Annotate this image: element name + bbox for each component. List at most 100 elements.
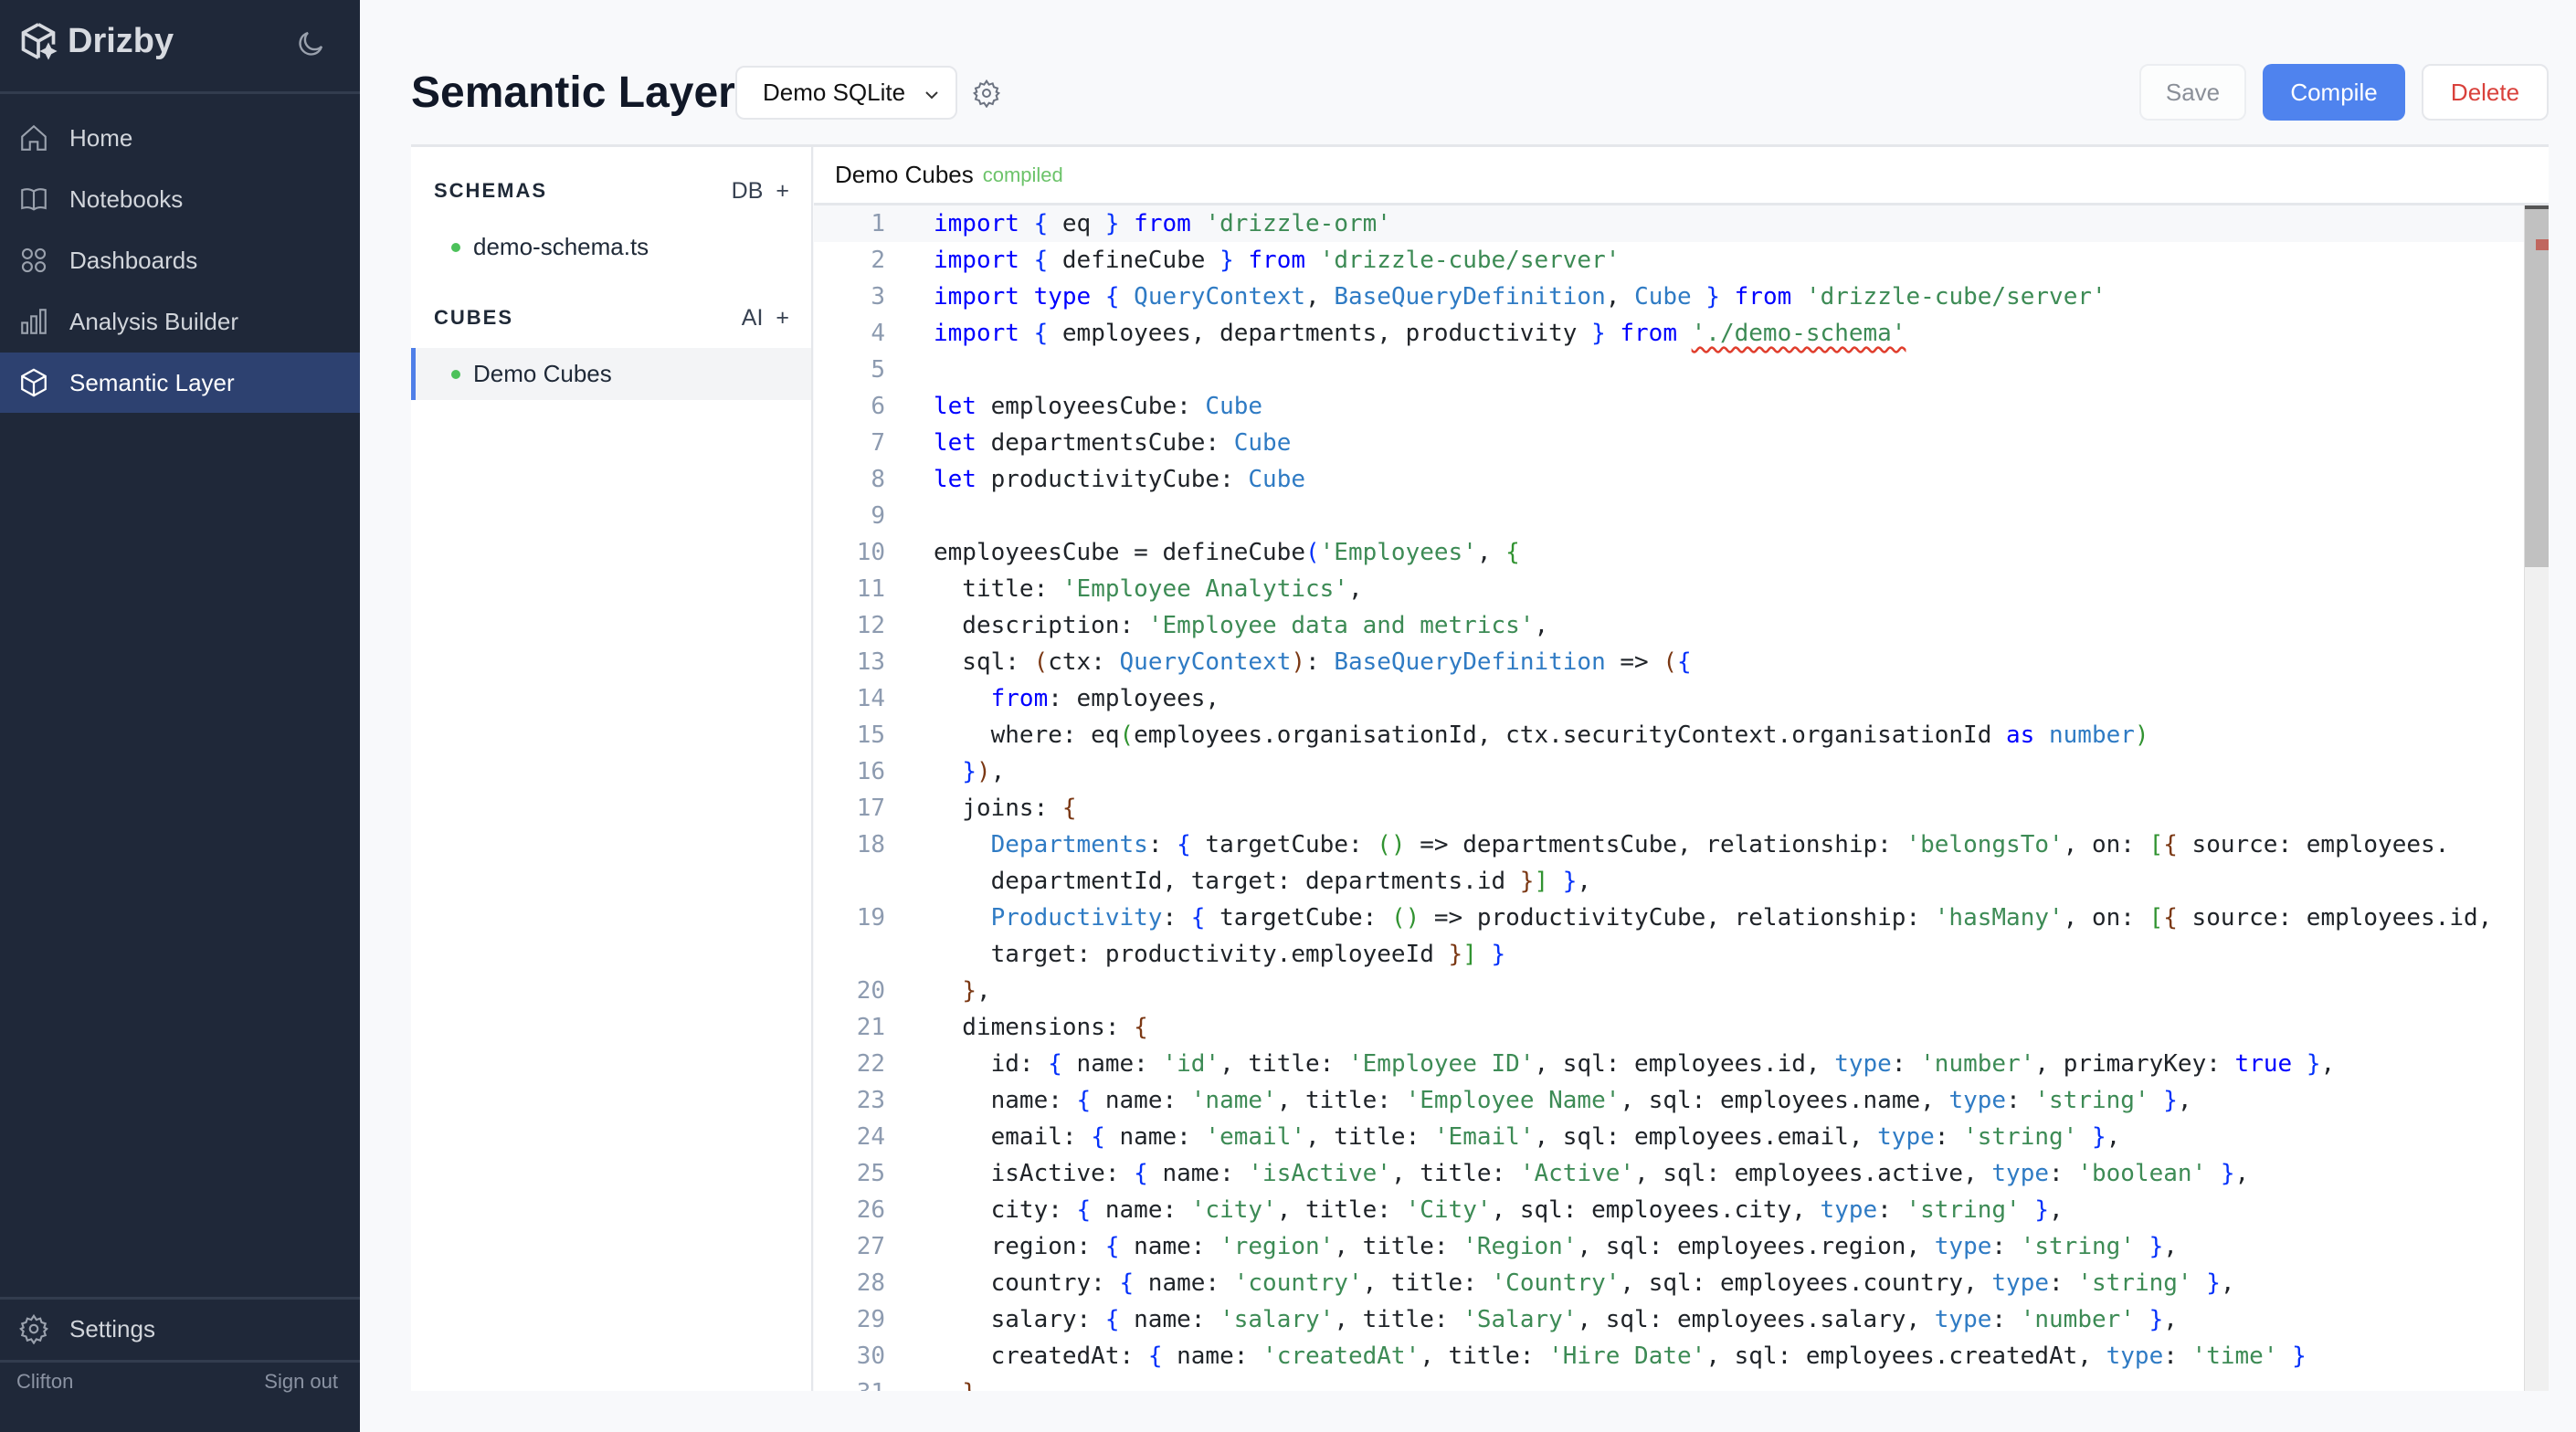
add-db-schema-button[interactable]: DB xyxy=(732,178,764,205)
compile-button[interactable]: Compile xyxy=(2263,64,2405,121)
code-token xyxy=(934,758,962,785)
code-line[interactable]: 4import { employees, departments, produc… xyxy=(814,315,2549,352)
line-text: joins: { xyxy=(885,790,1077,827)
schema-item[interactable]: demo-schema.ts xyxy=(411,221,811,273)
code-line[interactable]: 3import type { QueryContext, BaseQueryDe… xyxy=(814,279,2549,315)
code-line[interactable]: 2import { defineCube } from 'drizzle-cub… xyxy=(814,242,2549,279)
theme-toggle-moon-icon[interactable] xyxy=(294,27,327,60)
code-token xyxy=(934,904,991,932)
delete-button[interactable]: Delete xyxy=(2422,64,2549,121)
code-line[interactable]: 5 xyxy=(814,352,2549,388)
database-select[interactable]: Demo SQLite xyxy=(735,66,957,120)
code-line[interactable]: 30 createdAt: { name: 'createdAt', title… xyxy=(814,1338,2549,1374)
code-line[interactable]: 28 country: { name: 'country', title: 'C… xyxy=(814,1265,2549,1301)
code-token: name: xyxy=(1162,1342,1262,1370)
sidebar-item-dashboards[interactable]: Dashboards xyxy=(0,230,360,290)
code-line[interactable]: 24 email: { name: 'email', title: 'Email… xyxy=(814,1119,2549,1155)
code-token: 'string' xyxy=(2021,1233,2135,1260)
vertical-scrollbar[interactable] xyxy=(2524,205,2549,1391)
code-line[interactable]: 19 Productivity: { targetCube: () => pro… xyxy=(814,900,2549,936)
code-token: BaseQueryDefinition xyxy=(1334,648,1605,676)
code-token: 'string' xyxy=(1963,1123,2077,1151)
sidebar-item-notebooks[interactable]: Notebooks xyxy=(0,169,360,229)
code-token: 'belongsTo' xyxy=(1906,831,2063,858)
line-text: city: { name: 'city', title: 'City', sql… xyxy=(885,1192,2064,1228)
line-text: createdAt: { name: 'createdAt', title: '… xyxy=(885,1338,2307,1374)
code-line[interactable]: 22 id: { name: 'id', title: 'Employee ID… xyxy=(814,1046,2549,1082)
code-token: { xyxy=(1120,1269,1135,1297)
code-line[interactable]: 31 } xyxy=(814,1374,2549,1391)
code-line[interactable]: 18 Departments: { targetCube: () => depa… xyxy=(814,827,2549,863)
code-token: , title: xyxy=(1277,1087,1406,1114)
code-line[interactable]: 10employeesCube = defineCube('Employees'… xyxy=(814,534,2549,571)
code-line[interactable]: 1import { eq } from 'drizzle-orm' xyxy=(814,205,2549,242)
code-area[interactable]: 1import { eq } from 'drizzle-orm'2import… xyxy=(814,205,2549,1391)
line-text: import { eq } from 'drizzle-orm' xyxy=(885,205,1391,242)
code-line[interactable]: 7let departmentsCube: Cube xyxy=(814,425,2549,461)
code-line[interactable]: 27 region: { name: 'region', title: 'Reg… xyxy=(814,1228,2549,1265)
code-token: 'drizzle-orm' xyxy=(1205,210,1391,237)
code-token: { xyxy=(1505,539,1520,566)
code-token xyxy=(1234,247,1249,274)
sidebar-item-semantic-layer[interactable]: Semantic Layer xyxy=(0,353,360,413)
code-editor[interactable]: Demo Cubes compiled 1import { eq } from … xyxy=(814,147,2549,1391)
code-token: , xyxy=(2163,1306,2178,1333)
code-line[interactable]: 20 }, xyxy=(814,973,2549,1009)
line-number: 1 xyxy=(814,205,885,242)
code-token xyxy=(2206,1160,2221,1187)
code-line[interactable]: 14 from: employees, xyxy=(814,680,2549,717)
code-token: name: xyxy=(934,1087,1077,1114)
code-token xyxy=(934,977,962,1005)
code-line[interactable]: 26 city: { name: 'city', title: 'City', … xyxy=(814,1192,2549,1228)
code-line[interactable]: 15 where: eq(employees.organisationId, c… xyxy=(814,717,2549,753)
ai-cube-button[interactable]: AI xyxy=(742,305,764,332)
code-token: , sql: employees.country, xyxy=(1620,1269,1991,1297)
code-token: name: xyxy=(1134,1269,1234,1297)
code-token: { xyxy=(1105,283,1120,311)
code-token: , on: xyxy=(2064,904,2149,932)
line-number: 12 xyxy=(814,607,885,644)
save-button[interactable]: Save xyxy=(2139,64,2246,121)
code-line[interactable]: target: productivity.employeeId }] } xyxy=(814,936,2549,973)
app-logo[interactable]: Drizby xyxy=(18,20,174,62)
sidebar-item-home[interactable]: Home xyxy=(0,108,360,168)
sign-out-link[interactable]: Sign out xyxy=(264,1370,338,1394)
code-line[interactable]: 29 salary: { name: 'salary', title: 'Sal… xyxy=(814,1301,2549,1338)
code-line[interactable]: departmentId, target: departments.id }] … xyxy=(814,863,2549,900)
line-text: region: { name: 'region', title: 'Region… xyxy=(885,1228,2178,1265)
code-line[interactable]: 25 isActive: { name: 'isActive', title: … xyxy=(814,1155,2549,1192)
code-line[interactable]: 9 xyxy=(814,498,2549,534)
scrollbar-thumb[interactable] xyxy=(2525,205,2549,567)
plus-icon[interactable]: + xyxy=(776,178,789,205)
code-token: [ xyxy=(2149,904,2164,932)
code-token: 'Salary' xyxy=(1462,1306,1577,1333)
plus-icon[interactable]: + xyxy=(776,305,789,332)
database-settings-gear-icon[interactable] xyxy=(972,79,1001,108)
code-line[interactable]: 8let productivityCube: Cube xyxy=(814,461,2549,498)
code-line[interactable]: 23 name: { name: 'name', title: 'Employe… xyxy=(814,1082,2549,1119)
code-line[interactable]: 6let employeesCube: Cube xyxy=(814,388,2549,425)
sidebar-item-settings[interactable]: Settings xyxy=(0,1299,360,1359)
line-number: 17 xyxy=(814,790,885,827)
code-token: Productivity xyxy=(991,904,1163,932)
code-line[interactable]: 13 sql: (ctx: QueryContext): BaseQueryDe… xyxy=(814,644,2549,680)
code-token: , title: xyxy=(1219,1050,1348,1078)
code-token: from xyxy=(1248,247,1305,274)
code-line[interactable]: 21 dimensions: { xyxy=(814,1009,2549,1046)
line-text: import type { QueryContext, BaseQueryDef… xyxy=(885,279,2106,315)
line-number: 25 xyxy=(814,1155,885,1192)
code-token xyxy=(1191,210,1206,237)
code-token: , xyxy=(2235,1160,2250,1187)
code-token: , sql: employees.email, xyxy=(1534,1123,1877,1151)
code-token: 'Country' xyxy=(1492,1269,1621,1297)
sidebar-item-analysis-builder[interactable]: Analysis Builder xyxy=(0,291,360,352)
code-line[interactable]: 12 description: 'Employee data and metri… xyxy=(814,607,2549,644)
code-token: 'Employee ID' xyxy=(1348,1050,1535,1078)
code-line[interactable]: 17 joins: { xyxy=(814,790,2549,827)
code-line[interactable]: 11 title: 'Employee Analytics', xyxy=(814,571,2549,607)
code-line[interactable]: 16 }), xyxy=(814,753,2549,790)
sidebar-item-label: Analysis Builder xyxy=(69,308,238,336)
line-text: from: employees, xyxy=(885,680,1219,717)
cube-item[interactable]: Demo Cubes xyxy=(411,348,811,400)
app-name: Drizby xyxy=(68,22,174,61)
